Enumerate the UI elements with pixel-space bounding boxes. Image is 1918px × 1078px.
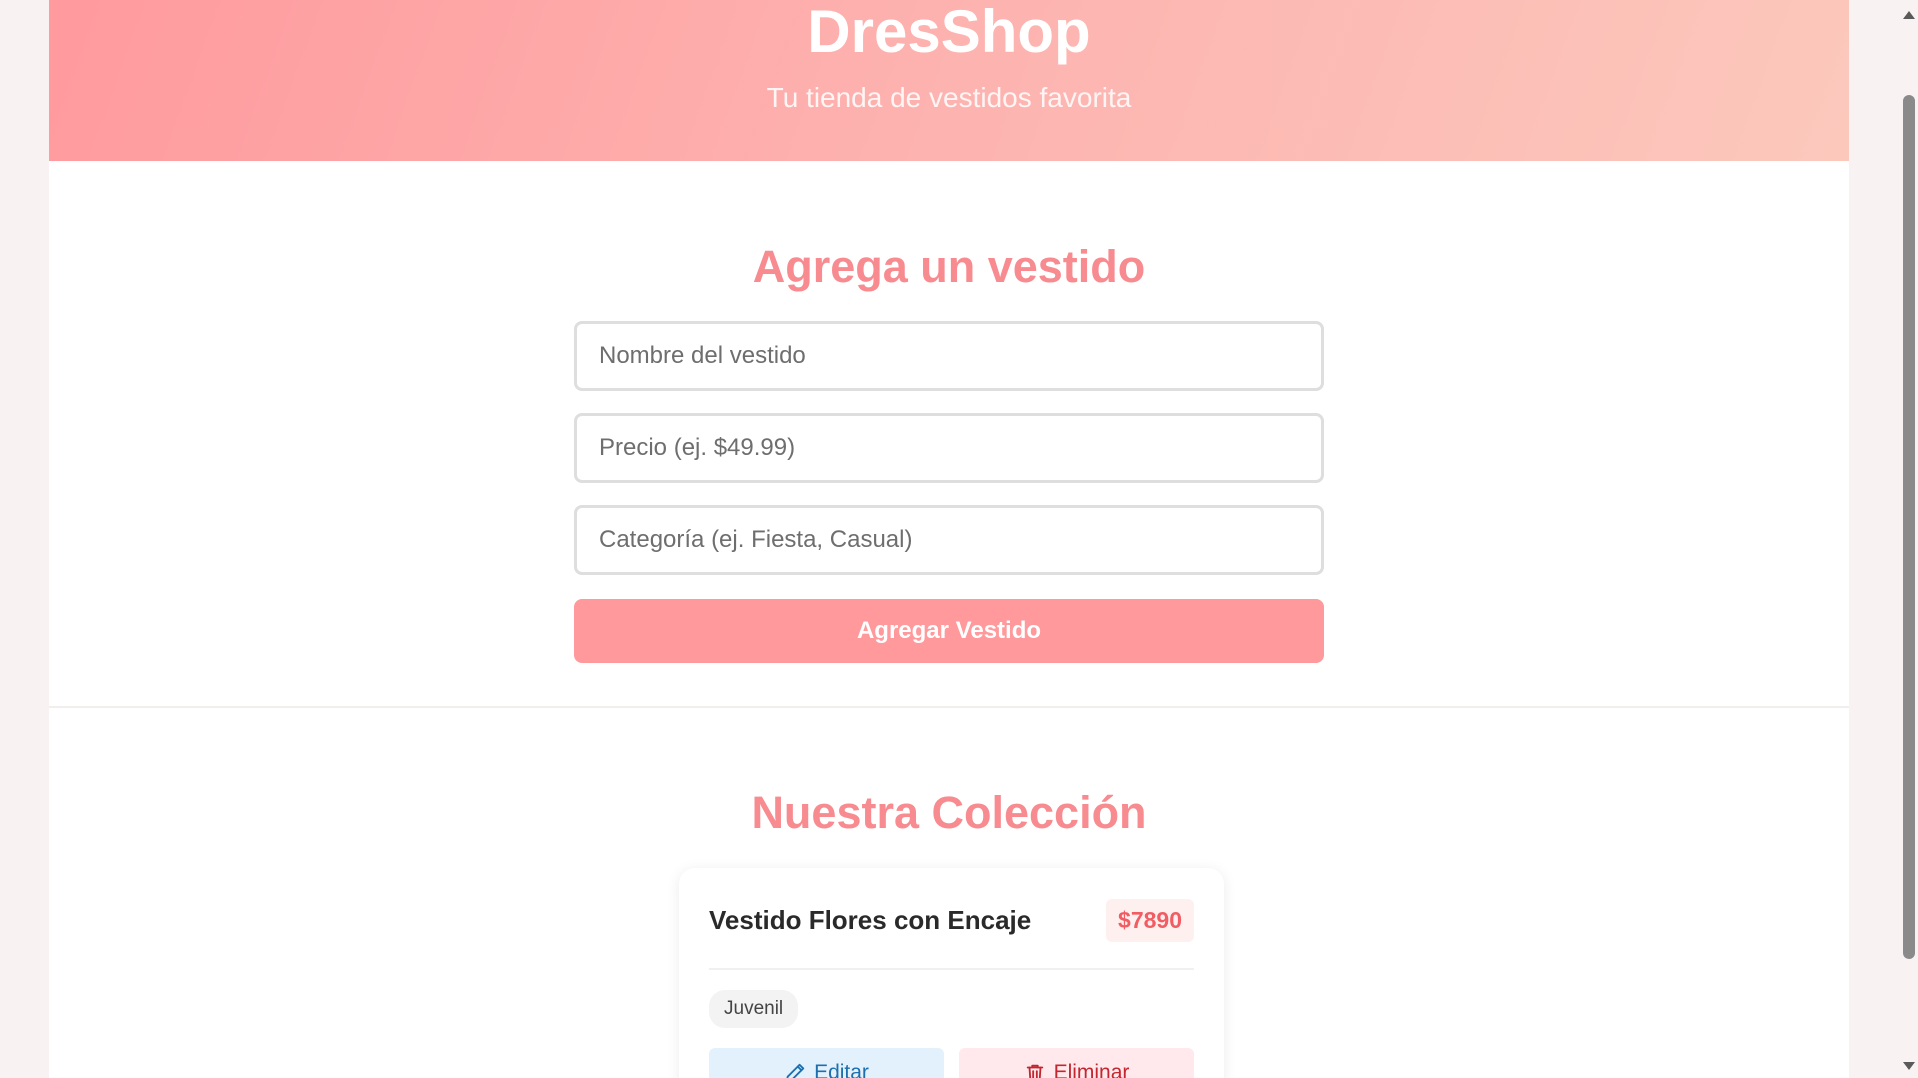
collection-title: Nuestra Colección [751, 787, 1147, 838]
dress-card: Vestido Flores con Encaje $7890 Juvenil … [679, 868, 1224, 1078]
add-dress-title: Agrega un vestido [752, 241, 1146, 292]
edit-label: Editar [814, 1061, 869, 1078]
trash-icon [1026, 1064, 1043, 1078]
scroll-thumb[interactable] [1903, 95, 1915, 959]
add-dress-button[interactable]: Agregar Vestido [574, 599, 1324, 663]
scroll-down-arrow-icon[interactable] [1903, 1062, 1915, 1070]
site-header: DresShop Tu tienda de vestidos favorita [49, 0, 1849, 161]
dress-card-header: Vestido Flores con Encaje $7890 [709, 898, 1194, 970]
dress-card-actions: Editar Eliminar [709, 1048, 1194, 1078]
pencil-icon [786, 1063, 805, 1078]
vertical-scrollbar[interactable] [1900, 0, 1918, 1078]
page: DresShop Tu tienda de vestidos favorita … [49, 0, 1849, 1078]
add-dress-form: Agregar Vestido [574, 321, 1324, 663]
dress-price-badge: $7890 [1106, 898, 1194, 942]
delete-label: Eliminar [1053, 1061, 1130, 1078]
dress-price-input[interactable] [574, 413, 1324, 483]
brand-tagline: Tu tienda de vestidos favorita [766, 82, 1132, 113]
dress-category-input[interactable] [574, 505, 1324, 575]
scroll-up-arrow-icon[interactable] [1903, 11, 1915, 19]
brand-title: DresShop [807, 0, 1091, 65]
dress-name-input[interactable] [574, 321, 1324, 391]
dress-category-tag: Juvenil [709, 990, 799, 1028]
delete-dress-button[interactable]: Eliminar [959, 1048, 1194, 1078]
dress-name: Vestido Flores con Encaje [709, 904, 1032, 935]
edit-dress-button[interactable]: Editar [709, 1048, 944, 1078]
